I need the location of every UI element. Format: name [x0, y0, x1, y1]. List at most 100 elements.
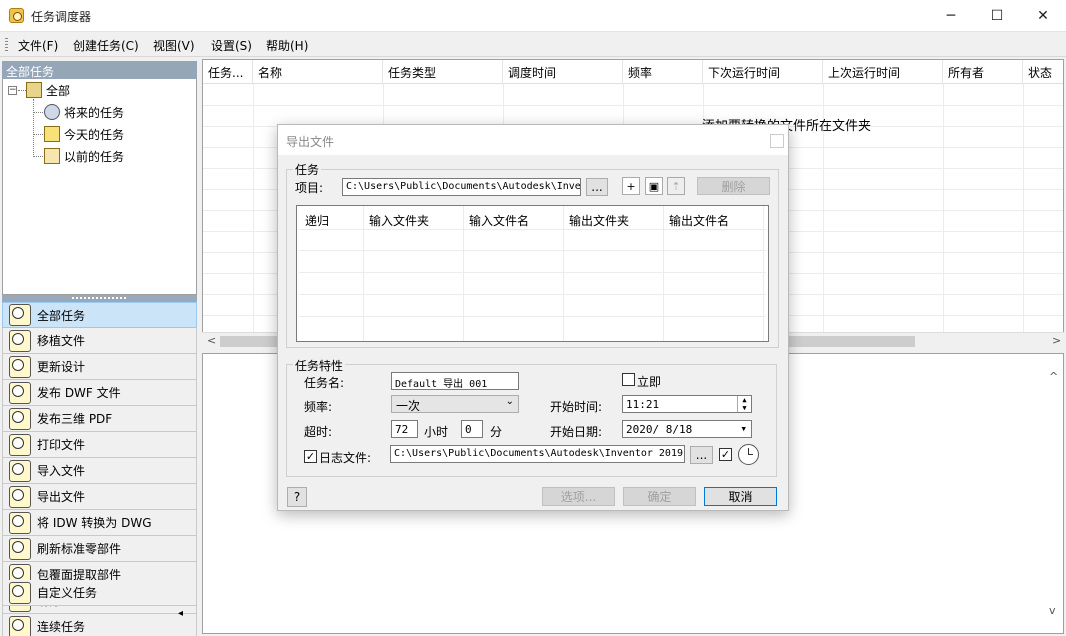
add-folder-icon[interactable]: ▣ — [645, 177, 663, 195]
log-file-path-field[interactable]: C:\Users\Public\Documents\Autodesk\Inven… — [390, 445, 685, 463]
task-item-idw-to-dwg[interactable]: 将 IDW 转换为 DWG — [2, 510, 197, 536]
immediate-checkbox[interactable] — [622, 373, 635, 386]
tree-node-past[interactable]: 以前的任务 — [44, 147, 124, 165]
task-item-update-design[interactable]: 更新设计 — [2, 354, 197, 380]
col-output-folder[interactable]: 输出文件夹 — [569, 212, 629, 229]
col-output-filename[interactable]: 输出文件名 — [669, 212, 729, 229]
immediate-label: 立即 — [637, 375, 662, 389]
timeout-label: 超时: — [304, 425, 333, 439]
frequency-select[interactable]: 一次 ⌄ — [391, 395, 519, 413]
tree-header: 全部任务 — [2, 61, 197, 79]
scroll-left-icon[interactable]: ◂ — [178, 608, 183, 619]
import-icon — [9, 459, 31, 482]
col-owner[interactable]: 所有者 — [943, 60, 1023, 84]
menu-file[interactable]: 文件(F) — [18, 37, 58, 54]
dialog-title: 导出文件 — [286, 135, 335, 149]
cancel-button[interactable]: 取消 — [704, 487, 777, 506]
calendar-icon[interactable]: ▾ — [740, 422, 747, 435]
menu-grip-icon — [5, 38, 8, 51]
task-item-refresh-standard[interactable]: 刷新标准零部件 — [2, 536, 197, 562]
tree-node-label: 全部 — [46, 83, 71, 98]
start-date-value: 2020/ 8/18 — [626, 423, 693, 436]
start-time-field[interactable]: 11:21 ▲ ▼ — [622, 395, 752, 413]
dwf-icon — [9, 381, 31, 404]
clock-icon[interactable] — [738, 444, 759, 465]
col-next-run[interactable]: 下次运行时间 — [703, 60, 823, 84]
task-item-publish-3d-pdf[interactable]: 发布三维 PDF — [2, 406, 197, 432]
tree-node-all[interactable]: 全部 — [26, 81, 70, 99]
task-item-import[interactable]: 导入文件 — [2, 458, 197, 484]
scroll-left-arrow-icon[interactable]: < — [207, 334, 216, 347]
timeout-hours-field[interactable]: 72 — [391, 420, 418, 438]
refresh-icon — [9, 537, 31, 560]
task-item-migrate[interactable]: 移植文件 — [2, 328, 197, 354]
dialog-title-bar: 导出文件 — [278, 125, 788, 155]
col-task-type[interactable]: 任务类型 — [383, 60, 503, 84]
scroll-up-arrow-icon[interactable]: ^ — [1049, 370, 1058, 383]
task-name-field[interactable]: Default_导出_001 — [391, 372, 519, 390]
dialog-close-button[interactable] — [770, 134, 784, 148]
ok-button[interactable]: 确定 — [623, 487, 696, 506]
task-item-sequential[interactable]: 连续任务 — [2, 614, 197, 636]
panel-splitter[interactable] — [2, 295, 197, 302]
title-bar: 任务调度器 ─ ☐ ✕ — [0, 0, 1066, 32]
item-browse-button[interactable]: ... — [586, 178, 608, 196]
delete-button[interactable]: 删除 — [697, 177, 770, 195]
col-frequency[interactable]: 频率 — [623, 60, 703, 84]
menu-create-task[interactable]: 创建任务(C) — [73, 37, 139, 54]
close-button[interactable]: ✕ — [1020, 0, 1066, 32]
maximize-button[interactable]: ☐ — [974, 0, 1020, 32]
start-time-value: 11:21 — [626, 398, 660, 411]
log-file-label: 日志文件: — [319, 451, 372, 465]
scroll-down-arrow-icon[interactable]: v — [1049, 604, 1056, 617]
tree-node-future[interactable]: 将来的任务 — [44, 103, 124, 121]
tree-node-label: 将来的任务 — [64, 105, 125, 120]
window-title: 任务调度器 — [31, 10, 92, 24]
task-name-label: 任务名: — [304, 376, 345, 390]
menu-help[interactable]: 帮助(H) — [266, 37, 308, 54]
task-item-custom[interactable]: 自定义任务 — [2, 580, 197, 606]
task-item-print[interactable]: 打印文件 — [2, 432, 197, 458]
col-input-folder[interactable]: 输入文件夹 — [369, 212, 429, 229]
printer-icon — [9, 433, 31, 456]
all-tasks-icon — [9, 304, 31, 326]
tree-node-today[interactable]: 今天的任务 — [44, 125, 124, 143]
clock-icon — [44, 104, 60, 120]
start-date-label: 开始日期: — [550, 425, 603, 439]
scroll-right-arrow-icon[interactable]: > — [1052, 334, 1061, 347]
task-item-all[interactable]: 全部任务 — [2, 302, 197, 328]
task-item-publish-dwf[interactable]: 发布 DWF 文件 — [2, 380, 197, 406]
log-append-checkbox[interactable]: ✓ — [719, 448, 732, 461]
col-schedule-time[interactable]: 调度时间 — [503, 60, 623, 84]
col-task[interactable]: 任务... — [203, 60, 253, 84]
folder-icon — [26, 82, 42, 98]
col-status[interactable]: 状态 — [1023, 60, 1063, 84]
col-name[interactable]: 名称 — [253, 60, 383, 84]
item-path-field[interactable]: C:\Users\Public\Documents\Autodesk\Inve — [342, 178, 581, 196]
log-browse-button[interactable]: ... — [690, 446, 713, 464]
menu-settings[interactable]: 设置(S) — [211, 37, 252, 54]
help-icon[interactable]: ? — [287, 487, 307, 507]
tree-node-label: 今天的任务 — [64, 127, 125, 142]
time-spinner-icon[interactable]: ▲ ▼ — [737, 396, 751, 412]
col-last-run[interactable]: 上次运行时间 — [823, 60, 943, 84]
minimize-button[interactable]: ─ — [928, 0, 974, 32]
start-date-picker[interactable]: 2020/ 8/18 ▾ — [622, 420, 752, 438]
timeout-minutes-field[interactable]: 0 — [461, 420, 483, 438]
options-button[interactable]: 选项... — [542, 487, 615, 506]
move-up-icon[interactable]: ⇡ — [667, 177, 685, 195]
menu-view[interactable]: 视图(V) — [153, 37, 195, 54]
log-file-checkbox[interactable]: ✓ — [304, 450, 317, 463]
update-design-icon — [9, 355, 31, 378]
start-time-label: 开始时间: — [550, 400, 603, 414]
task-item-export[interactable]: 导出文件 — [2, 484, 197, 510]
add-file-icon[interactable]: + — [622, 177, 640, 195]
frequency-value: 一次 — [396, 399, 421, 413]
col-input-filename[interactable]: 输入文件名 — [469, 212, 529, 229]
col-recursive[interactable]: 递归 — [305, 212, 329, 229]
star-icon — [44, 126, 60, 142]
tree-expander-icon[interactable]: − — [8, 86, 17, 95]
export-icon — [9, 485, 31, 508]
sequential-icon — [9, 615, 31, 636]
grid-header: 任务... 名称 任务类型 调度时间 频率 下次运行时间 上次运行时间 所有者 … — [203, 60, 1063, 84]
